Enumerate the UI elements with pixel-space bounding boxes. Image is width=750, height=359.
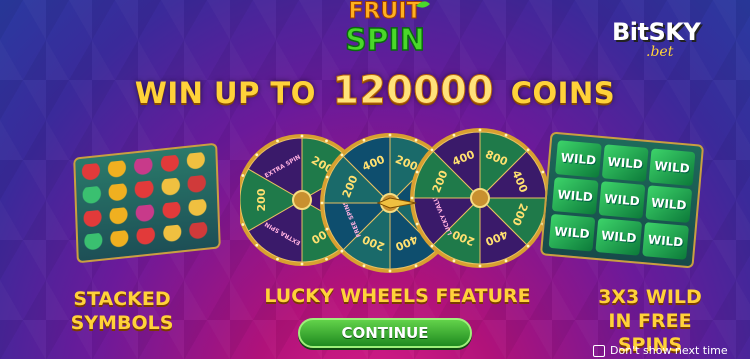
headline: WIN UP TO 120000 COINS (0, 68, 750, 113)
reel-symbol (133, 156, 158, 180)
rim-light (276, 139, 279, 143)
wild-symbol: WILD (598, 181, 646, 219)
checkbox-icon[interactable] (593, 344, 605, 357)
rim-light (478, 128, 482, 132)
lucky-wheels: 200EXTRA SPIN200EXTRA SPIN200EXTRA SPIN2… (240, 128, 550, 273)
reel-symbol (188, 220, 213, 244)
rim-light (362, 138, 366, 142)
rim-light (504, 133, 508, 137)
rim-light (388, 269, 392, 273)
headline-amount: 120000 (332, 68, 495, 113)
logo-line1: FRUIT (348, 0, 421, 24)
lucky-wheels-label: LUCKY WHEELS FEATURE (264, 285, 531, 307)
rim-light (325, 139, 328, 143)
reel-symbol (162, 223, 187, 247)
dont-show-checkbox[interactable]: Don't show next time (593, 344, 728, 357)
reel-symbol (109, 206, 134, 229)
rim-light (320, 201, 324, 205)
rim-light (430, 148, 434, 152)
rim-light (504, 259, 508, 263)
rim-light (414, 138, 418, 142)
rim-light (325, 257, 328, 261)
wild-grid: WILD WILD WILD WILD WILD WILD WILD WILD WILD (548, 140, 696, 260)
wheel-hub (470, 188, 490, 208)
rim-light (276, 257, 279, 261)
reel-grid (81, 151, 213, 255)
wild-grid-preview: WILD WILD WILD WILD WILD WILD WILD WILD WILD (539, 131, 705, 269)
reel-symbol (135, 203, 160, 226)
brand-name: BitSKY (612, 18, 701, 46)
wild-symbol: WILD (645, 185, 693, 223)
continue-button[interactable]: CONTINUE (298, 318, 472, 348)
rim-light (362, 264, 366, 268)
rim-light (300, 262, 304, 266)
reel-symbol (83, 231, 108, 255)
wild-symbol: WILD (548, 213, 596, 252)
rim-light (255, 243, 259, 247)
reel-symbol (186, 151, 211, 175)
headline-prefix: WIN UP TO (134, 76, 316, 110)
rim-light (415, 170, 419, 174)
reel-symbol (161, 200, 186, 224)
wheel-segment-label: 200 (255, 188, 268, 211)
reel-symbol (136, 226, 161, 250)
rim-light (255, 153, 259, 157)
reel-symbol (160, 154, 184, 177)
reel-symbol (81, 162, 106, 186)
rim-light (325, 227, 329, 231)
game-logo: FRUIT SPIN (344, 0, 430, 59)
rim-light (340, 249, 344, 253)
rim-light (478, 264, 482, 268)
reel-symbol (134, 180, 159, 203)
wheel-hub (292, 190, 312, 210)
wild-symbol: WILD (555, 140, 602, 178)
rim-light (415, 222, 419, 226)
rim-light (526, 244, 530, 248)
rim-light (325, 175, 329, 179)
wild-symbol: WILD (648, 148, 696, 187)
dont-show-label: Don't show next time (610, 344, 728, 357)
stacked-symbols-line1: STACKED (73, 288, 171, 310)
rim-light (388, 133, 392, 137)
wild-symbol: WILD (595, 218, 643, 256)
reel-symbol (83, 208, 107, 232)
wild-label-line1: 3X3 WILD (598, 286, 702, 308)
rim-light (526, 148, 530, 152)
headline-suffix: COINS (510, 76, 616, 110)
logo-line2: SPIN (345, 23, 425, 58)
rim-light (541, 170, 545, 174)
reel-symbol (110, 229, 134, 252)
rim-light (430, 244, 434, 248)
wild-symbol: WILD (642, 222, 689, 260)
wild-symbol: WILD (601, 144, 649, 182)
reel-symbol (187, 197, 212, 221)
brand-watermark: BitSKY .bet (612, 18, 722, 62)
reel-symbol (108, 182, 133, 206)
rim-light (410, 196, 414, 200)
reel-symbol (107, 159, 132, 183)
stacked-symbols-line2: SYMBOLS (70, 312, 174, 334)
brand-suffix: .bet (646, 44, 674, 60)
rim-light (414, 264, 418, 268)
rim-light (241, 223, 245, 226)
reel-symbol (82, 185, 107, 209)
rim-light (340, 153, 344, 157)
rim-light (300, 134, 304, 138)
stacked-symbols-preview (73, 142, 221, 264)
stacked-symbols-label: STACKED SYMBOLS (62, 287, 182, 335)
reel-symbol (187, 174, 211, 198)
reel-symbol (160, 177, 185, 200)
lucky-wheel: 800400200400200LUCKY VALUE200400 (410, 128, 550, 268)
rim-light (452, 133, 456, 137)
wild-symbol: WILD (551, 177, 599, 215)
rim-light (452, 259, 456, 263)
rim-light (241, 174, 245, 177)
